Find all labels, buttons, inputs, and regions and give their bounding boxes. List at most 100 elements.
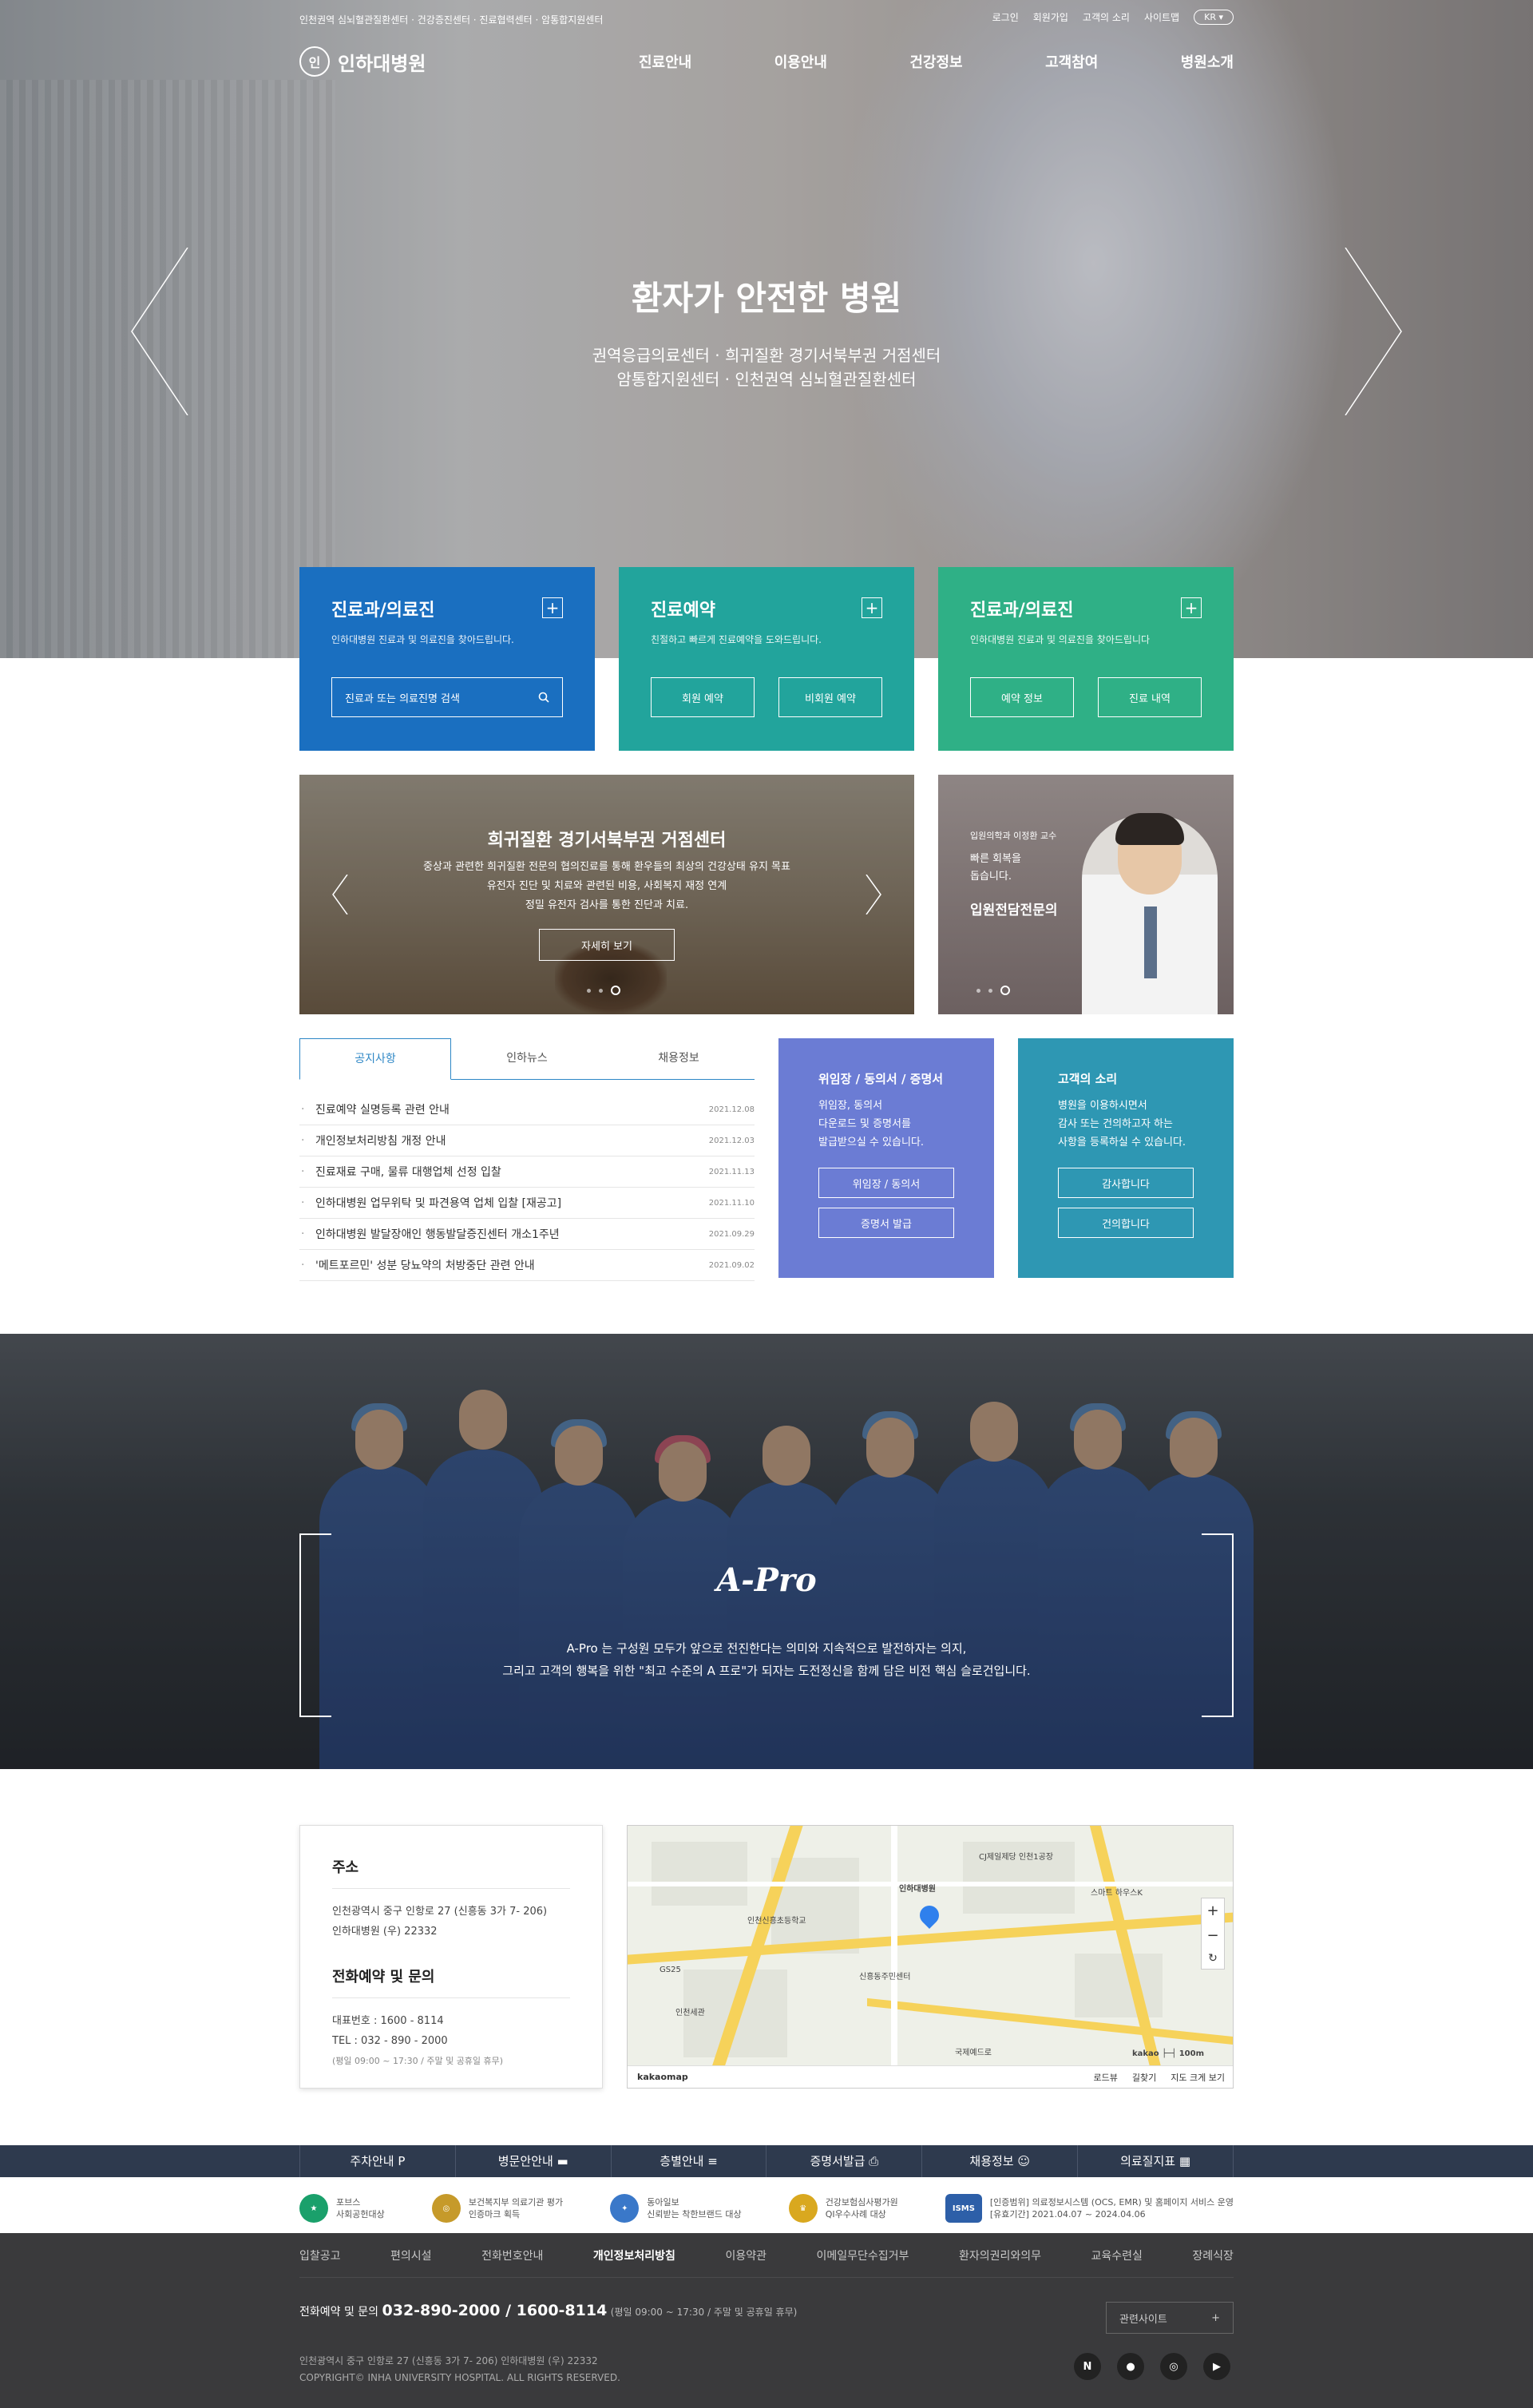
footer-link-privacy[interactable]: 개인정보처리방침 <box>593 2247 675 2263</box>
promo-slider: 희귀질환 경기서북부권 거점센터 중상과 관련한 희귀질환 전문의 협의진료를 … <box>299 775 914 1014</box>
roadview-link[interactable]: 로드뷰 <box>1094 2071 1118 2084</box>
nav-item-use[interactable]: 이용안내 <box>774 51 827 72</box>
list-item[interactable]: 진료재료 구매, 물류 대행업체 선정 입찰2021.11.13 <box>299 1156 755 1188</box>
cert-hira: ♛ 건강보험심사평가원 QI우수사례 대상 <box>788 2194 898 2223</box>
search-icon[interactable] <box>538 692 549 703</box>
large-map-link[interactable]: 지도 크게 보기 <box>1171 2071 1225 2084</box>
card-desc: 병원을 이용하시면서 감사 또는 건의하고자 하는 사항을 등록하실 수 있습니다. <box>1058 1100 1186 1148</box>
list-item[interactable]: '메트포르민' 성분 당뇨약의 처방중단 관련 안내2021.09.02 <box>299 1250 755 1281</box>
promo-next-icon[interactable] <box>865 875 882 914</box>
list-item[interactable]: 인하대병원 발달장애인 행동발달증진센터 개소1주년2021.09.29 <box>299 1219 755 1250</box>
footer-link-funeral[interactable]: 장례식장 <box>1192 2247 1234 2263</box>
site-logo[interactable]: 인 인하대병원 <box>299 46 426 77</box>
promo-pager[interactable] <box>587 986 620 995</box>
card-desc: 위임장, 동의서 다운로드 및 증명서를 발급받으실 수 있습니다. <box>818 1100 924 1148</box>
address-text: 인천광역시 중구 인항로 27 (신흥동 3가 7- 206) 인하대병원 (우)… <box>332 1906 548 1938</box>
instagram-icon[interactable]: ◎ <box>1160 2353 1187 2380</box>
isms-badge-icon: ISMS <box>945 2194 982 2223</box>
tab-news[interactable]: 인하뉴스 <box>451 1038 603 1079</box>
nav-item-health[interactable]: 건강정보 <box>909 51 962 72</box>
sitemap-link[interactable]: 사이트맵 <box>1144 10 1179 24</box>
voice-link[interactable]: 고객의 소리 <box>1083 10 1130 24</box>
join-link[interactable]: 회원가입 <box>1033 10 1068 24</box>
footer-link-facilities[interactable]: 편의시설 <box>390 2247 432 2263</box>
youtube-icon[interactable]: ▶ <box>1203 2353 1230 2380</box>
footer-link-email[interactable]: 이메일무단수집거부 <box>817 2247 909 2263</box>
logo-text: 인하대병원 <box>338 52 426 75</box>
member-reservation-button[interactable]: 회원 예약 <box>651 677 755 717</box>
guest-reservation-button[interactable]: 비회원 예약 <box>778 677 882 717</box>
recruit-link[interactable]: 채용정보 ☺ <box>921 2145 1077 2177</box>
map-zoom-control[interactable]: + − ↻ <box>1201 1898 1225 1970</box>
card-desc: 인하대병원 진료과 및 의료진을 찾아드립니다. <box>331 634 514 645</box>
footer-link-phone[interactable]: 전화번호안내 <box>481 2247 543 2263</box>
doctor-banner[interactable]: 입원의학과 이정환 교수 빠른 회복을 돕습니다. 입원전담전문의 <box>938 775 1234 1014</box>
list-item[interactable]: 인하대병원 업무위탁 및 파견용역 업체 입찰 [재공고]2021.11.10 <box>299 1188 755 1219</box>
promo-title: 희귀질환 경기서북부권 거점센터 <box>487 831 727 851</box>
language-select[interactable]: KR ▾ <box>1194 10 1234 25</box>
bed-icon: ▬ <box>557 2154 568 2168</box>
list-item[interactable]: 진료예약 실명등록 관련 안내2021.12.08 <box>299 1094 755 1125</box>
footer-link-rights[interactable]: 환자의권리와의무 <box>959 2247 1041 2263</box>
zoom-out-icon[interactable]: − <box>1206 1927 1218 1944</box>
quality-link[interactable]: 의료질지표 ▦ <box>1077 2145 1234 2177</box>
treatment-history-button[interactable]: 진료 내역 <box>1098 677 1202 717</box>
list-item[interactable]: 개인정보처리방침 개정 안내2021.12.03 <box>299 1125 755 1156</box>
power-of-attorney-button[interactable]: 위임장 / 동의서 <box>818 1168 954 1198</box>
footer-phone: 전화예약 및 문의 032-890-2000 / 1600-8114 (평일 0… <box>299 2302 798 2319</box>
doctor-tagline: 빠른 회복을 돕습니다. <box>970 853 1021 883</box>
kakao-map[interactable]: 인하대병원 인천신흥초등학교 CJ제일제당 인천1공장 인천세관 신흥동주민센터… <box>627 1825 1234 2089</box>
certificate-link[interactable]: 증명서발급 ⎙ <box>766 2145 921 2177</box>
doctor-title: 입원전담전문의 <box>970 903 1058 918</box>
kakaotalk-icon[interactable]: ● <box>1117 2353 1144 2380</box>
plus-icon: + <box>1211 2311 1220 2324</box>
nav-item-customer[interactable]: 고객참여 <box>1045 51 1098 72</box>
people-icon: ☺ <box>1017 2154 1031 2168</box>
nav-item-about[interactable]: 병원소개 <box>1181 51 1234 72</box>
card-desc: 인하대병원 진료과 및 의료진을 찾아드립니다 <box>970 634 1151 645</box>
tab-recruit[interactable]: 채용정보 <box>603 1038 755 1079</box>
footer-link-education[interactable]: 교육수련실 <box>1091 2247 1143 2263</box>
cert-forbes: ★ 포브스 사회공헌대상 <box>299 2194 385 2223</box>
footer-link-bid[interactable]: 입찰공고 <box>299 2247 341 2263</box>
card-department-search: 진료과/의료진 인하대병원 진료과 및 의료진을 찾아드립니다. + 진료과 또… <box>299 567 595 751</box>
visitor-link[interactable]: 병문안안내 ▬ <box>454 2145 611 2177</box>
reservation-info-button[interactable]: 예약 정보 <box>970 677 1074 717</box>
address-heading: 주소 <box>332 1856 570 1889</box>
thanks-button[interactable]: 감사합니다 <box>1058 1168 1194 1198</box>
parking-link[interactable]: 주차안내 P <box>299 2145 455 2177</box>
footer-link-terms[interactable]: 이용약관 <box>725 2247 766 2263</box>
refresh-icon[interactable]: ↻ <box>1208 1952 1218 1965</box>
promo-prev-icon[interactable] <box>331 875 349 914</box>
notice-list: 진료예약 실명등록 관련 안내2021.12.08 개인정보처리방침 개정 안내… <box>299 1094 755 1281</box>
forbes-badge-icon: ★ <box>299 2194 328 2223</box>
doctor-pager[interactable] <box>976 986 1010 995</box>
family-links[interactable]: 인천권역 심뇌혈관질환센터 · 건강증진센터 · 진료협력센터 · 암통합지원센… <box>299 13 603 26</box>
naver-blog-icon[interactable]: N <box>1074 2353 1101 2380</box>
vision-text: A-Pro 는 구성원 모두가 앞으로 전진한다는 의미와 지속적으로 발전하자… <box>502 1641 1031 1678</box>
plus-icon[interactable]: + <box>1181 597 1202 618</box>
card-title: 고객의 소리 <box>1058 1072 1118 1086</box>
related-sites-select[interactable]: 관련사이트 + <box>1106 2302 1234 2334</box>
department-search-input[interactable]: 진료과 또는 의료진명 검색 <box>331 677 563 717</box>
login-link[interactable]: 로그인 <box>992 10 1019 24</box>
hero-title: 환자가 안전한 병원 <box>631 279 902 318</box>
tab-notice[interactable]: 공지사항 <box>299 1038 451 1080</box>
suggest-button[interactable]: 건의합니다 <box>1058 1208 1194 1238</box>
map-pin-icon[interactable] <box>916 1902 943 1929</box>
floor-guide-link[interactable]: 층별안내 ≡ <box>610 2145 766 2177</box>
phone-text: 대표번호 : 1600 - 8114 TEL : 032 - 890 - 2000… <box>332 2015 504 2066</box>
hero-banner <box>0 0 1533 658</box>
directions-link[interactable]: 길찾기 <box>1132 2071 1156 2084</box>
nav-item-care[interactable]: 진료안내 <box>639 51 691 72</box>
logo-icon: 인 <box>299 46 330 77</box>
calendar-icon: ▦ <box>1178 2154 1191 2168</box>
certificate-button[interactable]: 증명서 발급 <box>818 1208 954 1238</box>
certification-strip: ★ 포브스 사회공헌대상 ◎ 보건복지부 의료기관 평가 인증마크 획득 ✦ 동아일보 신뢰… <box>299 2188 1234 2228</box>
phone-heading: 전화예약 및 문의 <box>332 1966 570 1998</box>
plus-icon[interactable]: + <box>542 597 563 618</box>
map-footer: kakaomap 로드뷰 길찾기 지도 크게 보기 <box>628 2065 1233 2088</box>
more-button[interactable]: 자세히 보기 <box>539 929 675 961</box>
zoom-in-icon[interactable]: + <box>1206 1902 1218 1919</box>
plus-icon[interactable]: + <box>862 597 882 618</box>
